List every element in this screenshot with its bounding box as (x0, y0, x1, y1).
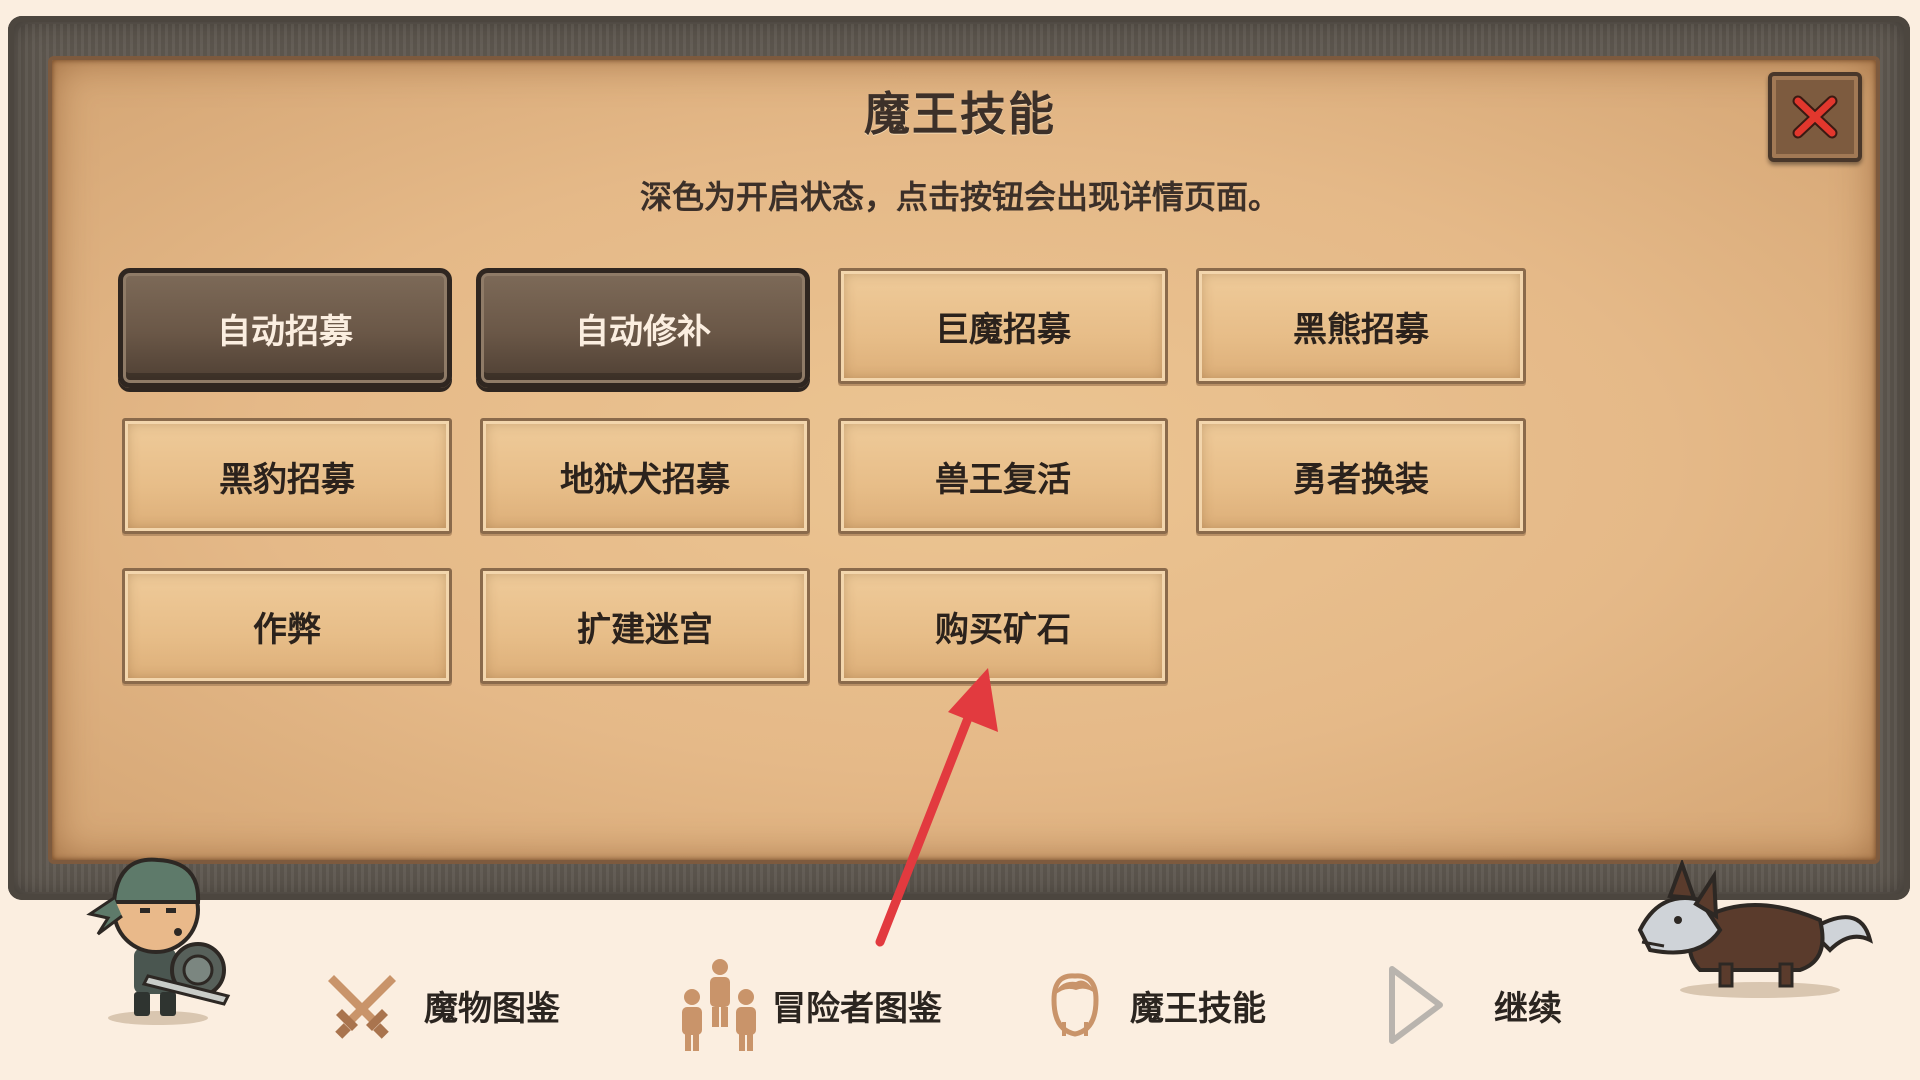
skill-label: 地狱犬招募 (560, 459, 730, 500)
skill-button-hero-reequip[interactable]: 勇者换装 (1196, 418, 1526, 534)
skill-label: 兽王复活 (935, 459, 1071, 500)
skill-button-expand-maze[interactable]: 扩建迷宫 (480, 568, 810, 684)
nav-label: 继续 (1494, 988, 1562, 1029)
skill-label: 黑熊招募 (1293, 309, 1429, 350)
dialog-subtitle: 深色为开启状态，点击按钮会出现详情页面。 (639, 178, 1280, 216)
head-icon (1051, 973, 1099, 1037)
skill-button-panther-recruit[interactable]: 黑豹招募 (122, 418, 452, 534)
skill-button-beast-king-revive[interactable]: 兽王复活 (838, 418, 1168, 534)
nav-label: 魔物图鉴 (424, 988, 560, 1029)
close-button[interactable] (1768, 72, 1862, 162)
skill-label: 勇者换装 (1293, 459, 1429, 500)
skill-button-hellhound-recruit[interactable]: 地狱犬招募 (480, 418, 810, 534)
nav-label: 冒险者图鉴 (772, 988, 942, 1029)
skill-button-troll-recruit[interactable]: 巨魔招募 (838, 268, 1168, 384)
hero-character-icon (86, 857, 231, 1025)
pointer-arrow-icon (875, 668, 998, 947)
dialog-title: 魔王技能 (864, 87, 1056, 141)
skill-label: 自动修补 (575, 311, 711, 352)
skill-label: 作弊 (253, 609, 321, 650)
skill-button-cheat[interactable]: 作弊 (122, 568, 452, 684)
skill-label: 巨魔招募 (935, 309, 1071, 350)
nav-monster-codex[interactable]: 魔物图鉴 (326, 960, 560, 1050)
skill-label: 自动招募 (217, 311, 353, 352)
skill-button-black-bear-recruit[interactable]: 黑熊招募 (1196, 268, 1526, 384)
skill-button-auto-repair[interactable]: 自动修补 (476, 268, 810, 388)
crossed-swords-icon (328, 975, 396, 1039)
skill-label: 黑豹招募 (219, 459, 355, 500)
skill-label: 扩建迷宫 (577, 609, 713, 650)
close-x-icon (1792, 95, 1838, 139)
play-icon (1389, 966, 1443, 1044)
nav-label: 魔王技能 (1130, 988, 1266, 1029)
wolf-character-icon (1637, 860, 1873, 998)
nav-continue[interactable]: 继续 (1386, 960, 1562, 1050)
nav-demon-king-skills[interactable]: 魔王技能 (1046, 960, 1266, 1050)
people-icon (682, 959, 756, 1051)
nav-adventurer-codex[interactable]: 冒险者图鉴 (678, 959, 942, 1051)
skill-label: 购买矿石 (935, 609, 1071, 650)
skill-button-auto-recruit[interactable]: 自动招募 (118, 268, 452, 388)
